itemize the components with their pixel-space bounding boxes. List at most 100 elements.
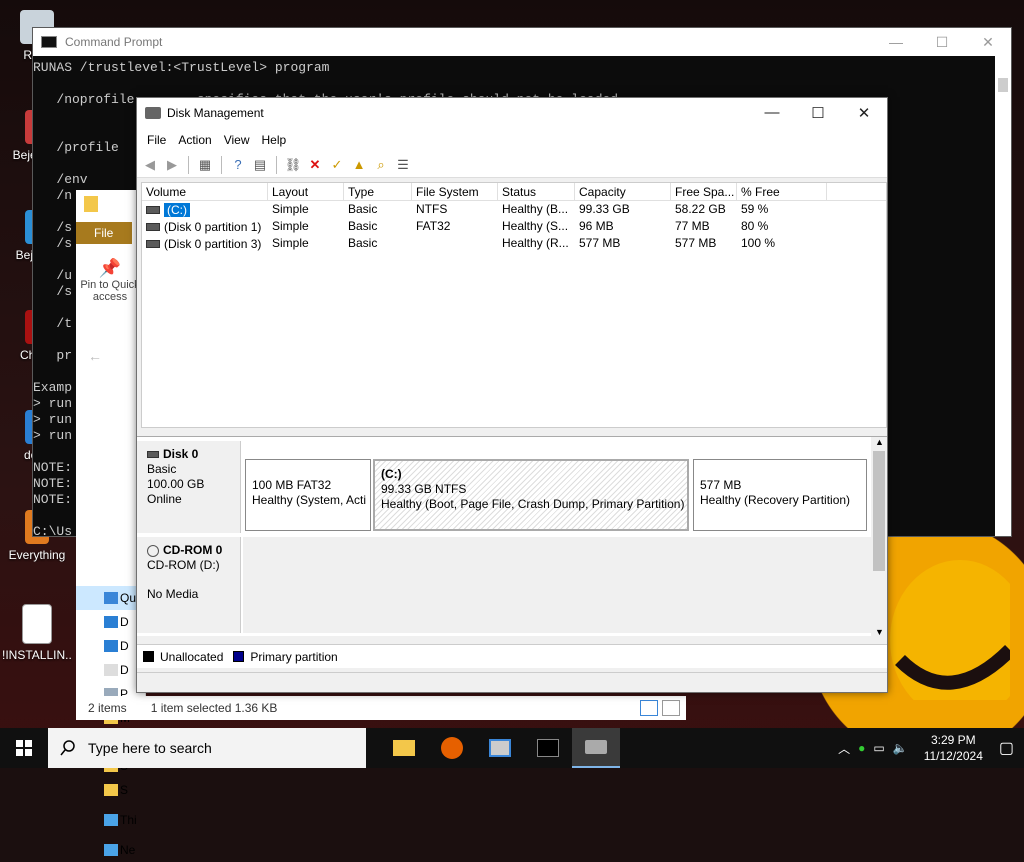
col-volume[interactable]: Volume bbox=[142, 183, 268, 200]
cmd-line: /s bbox=[33, 236, 73, 251]
explorer-file-tab[interactable]: File bbox=[76, 222, 132, 244]
cd-icon bbox=[147, 544, 159, 557]
toolbar: ◀ ▶ ▦ ? ▤ ⛓ ✕ ✓ ▲ ⌕ ☰ bbox=[137, 152, 887, 178]
close-icon[interactable]: ✕ bbox=[965, 34, 1011, 51]
cmd-line: /s bbox=[33, 220, 73, 235]
cmd-line: /profile bbox=[33, 140, 119, 155]
menu-view[interactable]: View bbox=[218, 133, 256, 147]
scrollbar-thumb[interactable] bbox=[873, 451, 885, 571]
cmd-title-bar[interactable]: Command Prompt — ☐ ✕ bbox=[33, 28, 1011, 56]
scroll-down-icon[interactable]: ▼ bbox=[875, 627, 884, 637]
taskbar-disk-management[interactable] bbox=[572, 728, 620, 768]
taskbar-app[interactable] bbox=[476, 728, 524, 768]
delete-icon[interactable]: ✕ bbox=[306, 156, 324, 174]
large-icons-view-icon[interactable] bbox=[662, 700, 680, 716]
download-icon bbox=[104, 640, 118, 652]
col-percent-free[interactable]: % Free bbox=[737, 183, 827, 200]
nav-item[interactable]: S bbox=[76, 778, 146, 802]
cmd-line: Examp bbox=[33, 380, 73, 395]
folder-up-icon[interactable]: ▲ bbox=[350, 156, 368, 174]
disk-management-window[interactable]: Disk Management — ☐ ✕ File Action View H… bbox=[136, 97, 888, 693]
details-view-icon[interactable] bbox=[640, 700, 658, 716]
search-folder-icon[interactable]: ⌕ bbox=[372, 156, 390, 174]
help-icon[interactable]: ? bbox=[229, 156, 247, 174]
cmd-app-icon bbox=[41, 36, 57, 48]
table-row[interactable]: (Disk 0 partition 3) Simple Basic Health… bbox=[142, 235, 886, 252]
taskbar-file-explorer[interactable] bbox=[380, 728, 428, 768]
disk-management-icon bbox=[145, 107, 161, 119]
maximize-icon[interactable]: ☐ bbox=[795, 104, 841, 122]
col-file-system[interactable]: File System bbox=[412, 183, 498, 200]
pin-to-quick-access-button[interactable]: 📌 Pin to Quick access bbox=[80, 258, 140, 303]
table-row[interactable]: (Disk 0 partition 1) Simple Basic FAT32 … bbox=[142, 218, 886, 235]
desktop-icon-installing-file[interactable]: !INSTALLIN... bbox=[2, 604, 72, 662]
menu-action[interactable]: Action bbox=[172, 133, 217, 147]
cmd-scrollbar[interactable] bbox=[995, 56, 1011, 536]
col-status[interactable]: Status bbox=[498, 183, 575, 200]
menu-bar: File Action View Help bbox=[137, 128, 887, 152]
partition-recovery[interactable]: 577 MB Healthy (Recovery Partition) bbox=[693, 459, 867, 531]
col-type[interactable]: Type bbox=[344, 183, 412, 200]
check-icon[interactable]: ✓ bbox=[328, 156, 346, 174]
cmd-line: NOTE: bbox=[33, 492, 73, 507]
taskbar-command-prompt[interactable] bbox=[524, 728, 572, 768]
dm-title-bar[interactable]: Disk Management — ☐ ✕ bbox=[137, 98, 887, 128]
list-view-icon[interactable]: ☰ bbox=[394, 156, 412, 174]
cdrom-empty-area bbox=[243, 537, 871, 633]
volume-icon[interactable]: 🔈 bbox=[893, 741, 908, 755]
cmd-line: /env bbox=[33, 172, 88, 187]
user-icon[interactable]: ● bbox=[858, 741, 865, 755]
partition-c-drive[interactable]: (C:) 99.33 GB NTFS Healthy (Boot, Page F… bbox=[373, 459, 689, 531]
disk-0-label[interactable]: Disk 0 Basic 100.00 GB Online bbox=[137, 441, 241, 533]
volume-icon bbox=[146, 222, 160, 231]
unallocated-swatch bbox=[143, 651, 154, 662]
notifications-icon[interactable]: ▢ bbox=[999, 738, 1014, 758]
network-icon bbox=[104, 844, 118, 856]
col-layout[interactable]: Layout bbox=[268, 183, 344, 200]
properties-icon[interactable]: ▤ bbox=[251, 156, 269, 174]
clock[interactable]: 3:29 PM 11/12/2024 bbox=[916, 732, 991, 764]
connect-icon[interactable]: ⛓ bbox=[284, 156, 302, 174]
document-icon bbox=[104, 664, 118, 676]
desktop-icon bbox=[104, 616, 118, 628]
col-capacity[interactable]: Capacity bbox=[575, 183, 671, 200]
system-tray: ︿ ● ▭ 🔈 3:29 PM 11/12/2024 ▢ bbox=[838, 732, 1024, 764]
partition-system[interactable]: 100 MB FAT32 Healthy (System, Acti bbox=[245, 459, 371, 531]
taskbar-firefox[interactable] bbox=[428, 728, 476, 768]
scrollbar-thumb[interactable] bbox=[998, 78, 1008, 92]
cmd-line: /s bbox=[33, 284, 73, 299]
menu-help[interactable]: Help bbox=[256, 133, 293, 147]
graph-scrollbar[interactable]: ▲ ▼ bbox=[871, 437, 887, 637]
dm-title: Disk Management bbox=[167, 106, 264, 120]
maximize-icon[interactable]: ☐ bbox=[919, 34, 965, 51]
nav-item-network[interactable]: Ne bbox=[76, 838, 146, 862]
volume-list-table[interactable]: Volume Layout Type File System Status Ca… bbox=[141, 182, 887, 428]
start-button[interactable] bbox=[0, 728, 48, 768]
cmd-line: pr bbox=[33, 348, 73, 363]
cdrom-0-label[interactable]: CD-ROM 0 CD-ROM (D:) No Media bbox=[137, 537, 241, 633]
show-hide-console-tree-icon[interactable]: ▦ bbox=[196, 156, 214, 174]
cmd-line: RUNAS /trustlevel:<TrustLevel> program bbox=[33, 60, 330, 75]
minimize-icon[interactable]: — bbox=[749, 104, 795, 122]
taskbar-search-box[interactable]: Type here to search bbox=[48, 728, 366, 768]
firefox-icon bbox=[441, 737, 463, 759]
computer-icon bbox=[104, 814, 118, 826]
menu-file[interactable]: File bbox=[141, 133, 172, 147]
cmd-line: /t bbox=[33, 316, 73, 331]
cmd-line: > run bbox=[33, 396, 73, 411]
close-icon[interactable]: ✕ bbox=[841, 104, 887, 122]
disk-icon bbox=[147, 451, 159, 458]
wallpaper-smiley-graphic bbox=[890, 560, 1010, 700]
back-arrow-icon[interactable]: ← bbox=[88, 348, 102, 364]
chevron-up-icon[interactable]: ︿ bbox=[838, 740, 850, 757]
forward-arrow-icon[interactable]: ▶ bbox=[163, 156, 181, 174]
pin-icon: 📌 bbox=[98, 258, 122, 278]
table-row[interactable]: (C:) Simple Basic NTFS Healthy (B... 99.… bbox=[142, 201, 886, 218]
disk-graphical-view[interactable]: Disk 0 Basic 100.00 GB Online 100 MB FAT… bbox=[137, 436, 887, 637]
back-arrow-icon[interactable]: ◀ bbox=[141, 156, 159, 174]
col-free-space[interactable]: Free Spa... bbox=[671, 183, 737, 200]
scroll-up-icon[interactable]: ▲ bbox=[875, 437, 884, 447]
minimize-icon[interactable]: — bbox=[873, 34, 919, 51]
network-icon[interactable]: ▭ bbox=[873, 741, 884, 755]
nav-item-this-pc[interactable]: Thi bbox=[76, 808, 146, 832]
